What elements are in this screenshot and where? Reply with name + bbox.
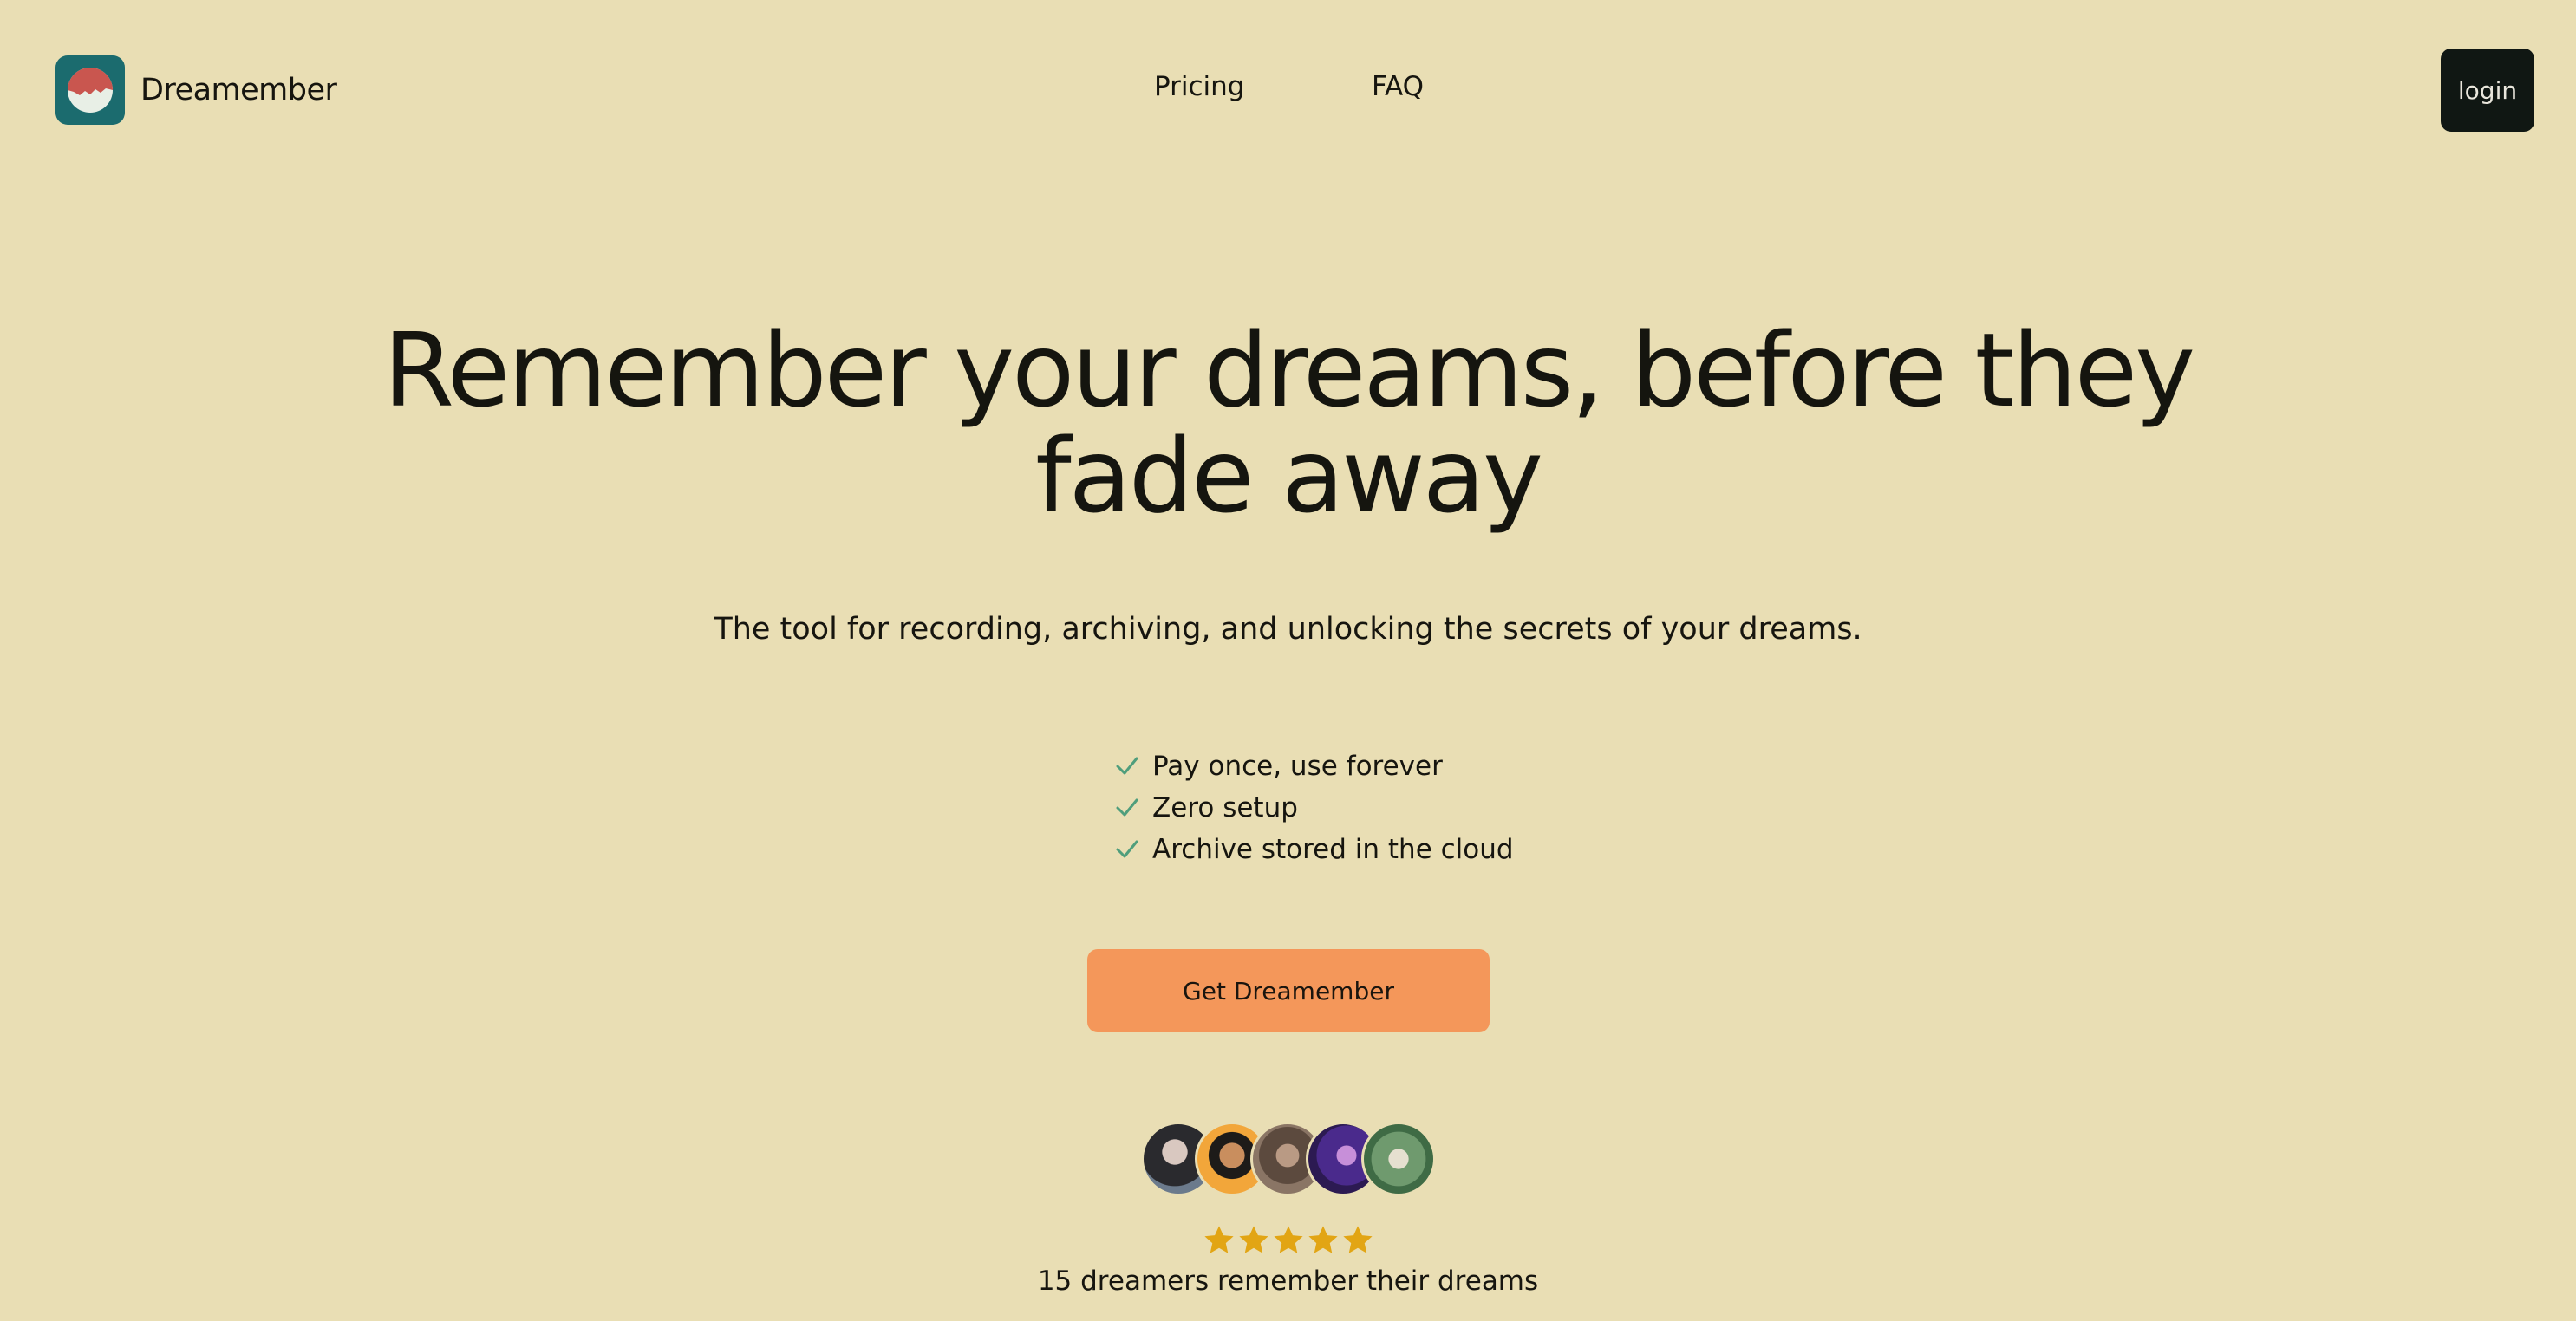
brand-home-link[interactable]: Dreamember <box>55 55 337 125</box>
star-icon <box>1308 1226 1338 1253</box>
star-icon <box>1342 1226 1373 1253</box>
dreamember-logo-icon <box>55 55 125 125</box>
hero-title-line-1: Remember your dreams, before they <box>382 310 2195 430</box>
feature-text: Archive stored in the cloud <box>1152 834 1514 865</box>
landing-page: Dreamember Pricing FAQ login Remember yo… <box>0 0 2576 1321</box>
avatar <box>1361 1122 1436 1196</box>
feature-item: Zero setup <box>1114 787 1514 829</box>
star-icon <box>1238 1226 1268 1253</box>
login-button[interactable]: login <box>2441 49 2534 132</box>
feature-text: Pay once, use forever <box>1152 751 1443 782</box>
star-icon <box>1273 1226 1303 1253</box>
feature-text: Zero setup <box>1152 792 1298 823</box>
feature-item: Archive stored in the cloud <box>1114 829 1514 870</box>
nav-pricing-link[interactable]: Pricing <box>1154 71 1245 102</box>
social-proof-text: 15 dreamers remember their dreams <box>1037 1266 1539 1297</box>
feature-item: Pay once, use forever <box>1114 745 1514 787</box>
hero-title-line-2: fade away <box>1035 416 1543 536</box>
feature-list: Pay once, use forever Zero setup Archive… <box>1114 745 1514 870</box>
rating-stars <box>0 1224 2576 1257</box>
get-dreamember-button[interactable]: Get Dreamember <box>1087 949 1490 1032</box>
check-icon <box>1114 795 1140 821</box>
hero-title: Remember your dreams, before they fade a… <box>0 317 2576 529</box>
user-avatar-group <box>1141 1122 1436 1196</box>
check-icon <box>1114 836 1140 862</box>
check-icon <box>1114 753 1140 779</box>
brand-name: Dreamember <box>140 73 337 107</box>
nav-faq-link[interactable]: FAQ <box>1372 71 1424 102</box>
star-icon <box>1203 1226 1234 1253</box>
hero-subtitle: The tool for recording, archiving, and u… <box>714 612 1862 647</box>
